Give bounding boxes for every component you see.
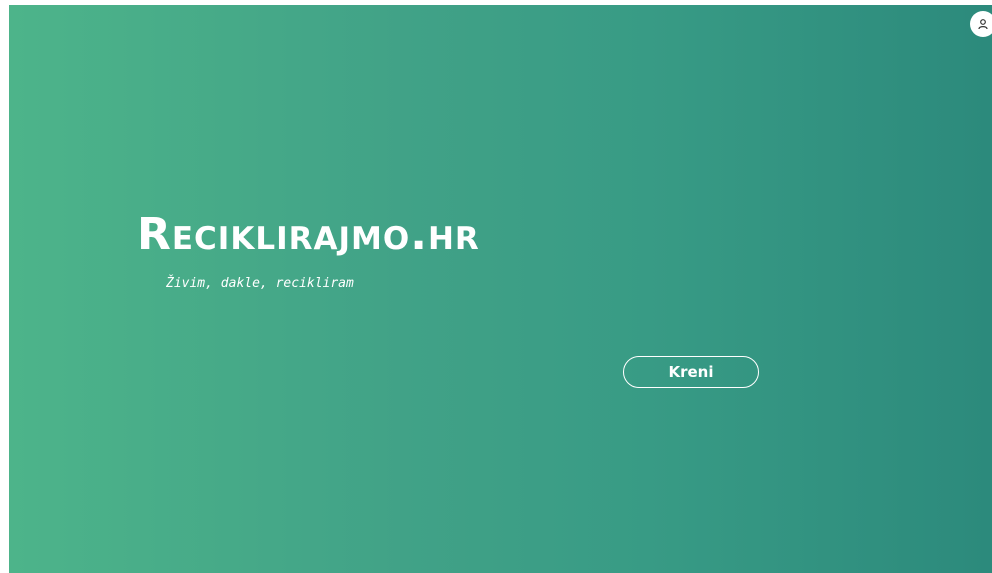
site-title: Reciklirajmo.hr	[137, 209, 480, 260]
user-account-button[interactable]	[970, 11, 992, 37]
start-button[interactable]: Kreni	[623, 356, 759, 388]
user-icon	[978, 19, 988, 30]
hero-section: Reciklirajmo.hr Živim, dakle, recikliram…	[9, 5, 992, 573]
site-tagline: Živim, dakle, recikliram	[166, 276, 354, 291]
